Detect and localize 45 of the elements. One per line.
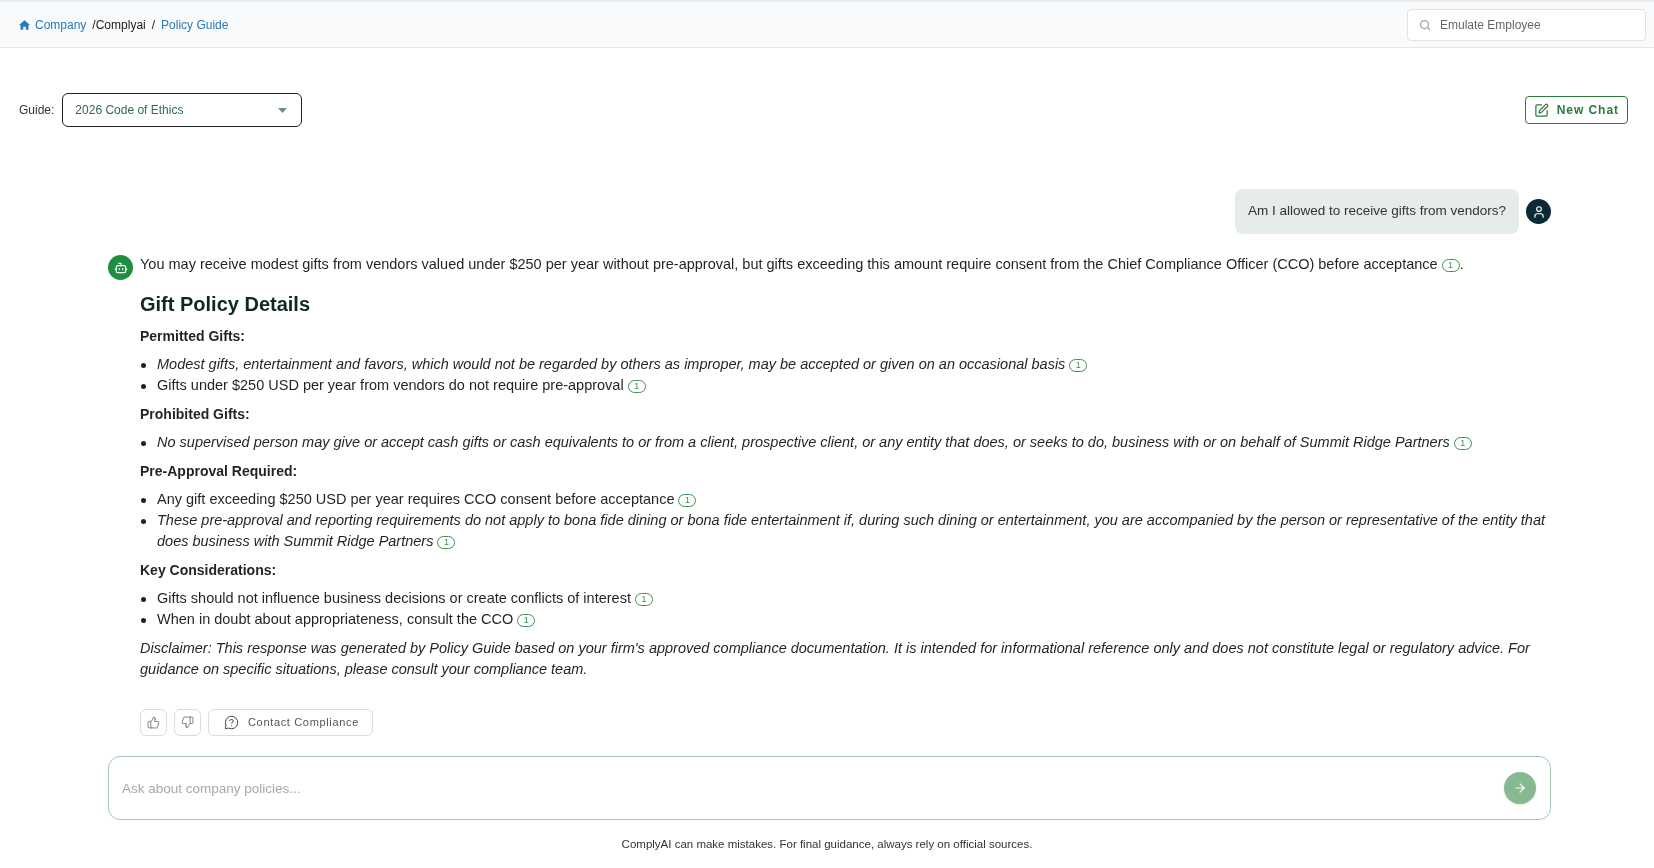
search-icon	[1419, 18, 1431, 31]
breadcrumb-text: Complyai	[95, 16, 146, 34]
footer-note: ComplyAI can make mistakes. For final guidance, always rely on official sources.	[620, 837, 1034, 852]
section-title: Prohibited Gifts:	[140, 405, 251, 424]
guide-label: Guide:	[19, 102, 55, 119]
question-bubble-icon	[224, 715, 239, 730]
home-icon	[19, 19, 30, 30]
list-item-text: When in doubt about appropriateness, consult the CCO 1	[157, 609, 536, 630]
bullet-icon	[141, 498, 146, 503]
thumbs-up-icon	[147, 716, 160, 729]
list-item-text: Modest gifts, entertainment and favors, which would not be regarded by others as improper, may be accepted or given on an occasional basis 1	[157, 354, 1088, 375]
bullet-icon	[141, 519, 146, 524]
bullet-icon	[141, 597, 146, 602]
list-item-text: These pre-approval and reporting requirements do not apply to bona fide dining or bona fide entertainment if, during such dining or entertainment, you are accompanied by the person or representative of the entity that does business with Summit Ridge Partners 1	[157, 511, 1547, 551]
dislike-button[interactable]	[174, 709, 201, 736]
edit-icon	[1533, 102, 1549, 118]
bot-avatar-icon	[108, 255, 133, 280]
bullet-icon	[141, 384, 146, 389]
contact-compliance-button[interactable]: Contact Compliance	[208, 709, 373, 736]
bullet-icon	[141, 618, 146, 623]
new-chat-button[interactable]: New Chat	[1524, 96, 1628, 124]
disclaimer-text: Disclaimer: This response was generated by Policy Guide based on your firm's approved compliance documentation. It is intended for informational reference only and does not constitute legal or regulatory advice. For guidance on specific situations, please consult your compliance team.	[140, 639, 1532, 679]
breadcrumb-link[interactable]: Policy Guide	[161, 15, 229, 34]
user-message-bubble: Am I allowed to receive gifts from vendors?	[1234, 189, 1519, 234]
caret-icon	[278, 107, 288, 113]
search-field[interactable]: Emulate Employee	[1407, 8, 1646, 41]
like-button[interactable]	[140, 709, 167, 736]
answer-heading: Gift Policy Details	[140, 292, 312, 317]
thumbs-down-icon	[181, 716, 194, 729]
breadcrumb-separator: /	[151, 16, 156, 34]
answer-summary: You may receive modest gifts from vendors valued under $250 per year without pre-approval, but gifts exceeding this amount require consent from the Chief Compliance Officer (CCO) before acceptance 1 .	[140, 255, 1465, 274]
list-item-text: Gifts under $250 USD per year from vendors do not require pre-approval 1	[157, 375, 646, 396]
breadcrumb-link[interactable]: Company	[19, 15, 87, 34]
breadcrumb-separator: /	[92, 16, 96, 34]
section-title: Permitted Gifts:	[140, 327, 246, 346]
bullet-icon	[141, 441, 146, 446]
user-avatar-icon	[1526, 199, 1551, 224]
message-input[interactable]: Ask about company policies...	[108, 756, 1551, 820]
list-item-text: Gifts should not influence business decisions or create conflicts of interest 1	[157, 588, 653, 609]
list-item-text: No supervised person may give or accept cash gifts or cash equivalents to or from a client, prospective client, or any entity that does, or seeks to do, business with or on behalf of Summit Ridge Partners 1	[157, 432, 1472, 453]
section-title: Key Considerations:	[140, 561, 278, 580]
bullet-icon	[141, 363, 146, 368]
section-title: Pre-Approval Required:	[140, 462, 299, 481]
list-item-text: Any gift exceeding $250 USD per year requires CCO consent before acceptance 1	[157, 489, 697, 510]
guide-dropdown[interactable]: 2026 Code of Ethics	[62, 93, 303, 127]
